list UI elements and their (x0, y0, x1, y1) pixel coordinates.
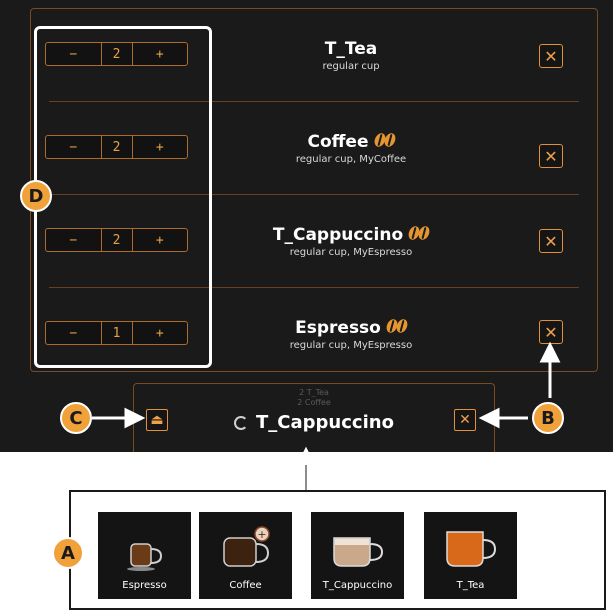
callout-c: C (60, 402, 92, 434)
callout-a: A (52, 537, 84, 569)
callout-d: D (20, 180, 52, 212)
annotation-arrows (92, 341, 561, 490)
callout-b: B (532, 402, 564, 434)
